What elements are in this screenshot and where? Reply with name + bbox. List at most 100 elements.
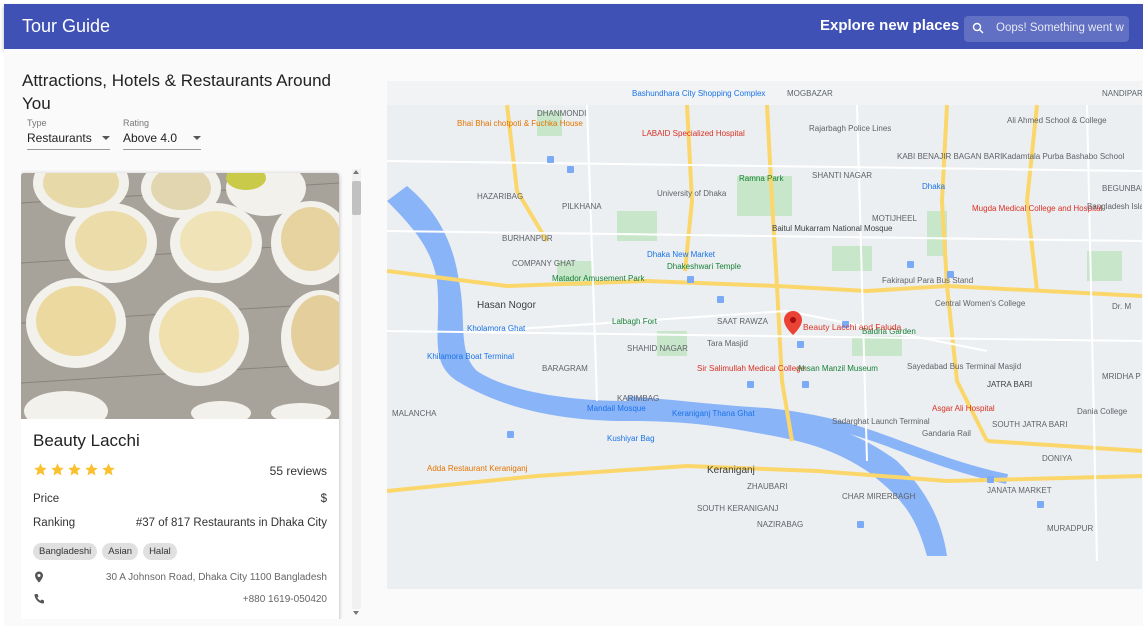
location-pin-icon [35, 571, 43, 583]
chevron-down-icon [101, 136, 110, 140]
map-label: Bashundhara City Shopping Complex [632, 89, 765, 98]
map-label: Dhakeshwari Temple [667, 262, 742, 271]
type-filter[interactable]: Type Restaurants [27, 118, 110, 150]
review-count[interactable]: 55 reviews [270, 464, 327, 478]
map-label: Gandaria Rail [922, 429, 971, 438]
map-view[interactable]: DHANMONDI MOGBAZAR Rajarbagh Police Line… [387, 81, 1142, 589]
map-label: Sadarghat Launch Terminal [832, 417, 930, 426]
main-content: Attractions, Hotels & Restaurants Around… [4, 49, 1143, 626]
star-icon [85, 463, 98, 476]
map-label: Sayedabad Bus Terminal Masjid [907, 362, 1021, 371]
map-label: Asgar Ali Hospital [932, 404, 995, 413]
rating-select[interactable]: Above 4.0 [123, 131, 202, 150]
map-label: Kholamora Ghat [467, 324, 526, 333]
map-label: DHANMONDI [537, 109, 586, 118]
map-label: MALANCHA [392, 409, 437, 418]
search-input[interactable]: Oops! Something went w [996, 22, 1124, 34]
cuisine-chips: Bangladeshi Asian Halal [33, 543, 177, 560]
place-list[interactable]: Beauty Lacchi 55 reviews Price $ Ranking… [21, 165, 367, 619]
map-label: Adda Restaurant Keraniganj [427, 464, 528, 473]
chevron-down-icon [193, 136, 202, 140]
map-label: Keraniganj Thana Ghat [672, 409, 755, 418]
map-label: PILKHANA [562, 202, 602, 211]
cuisine-chip[interactable]: Halal [143, 543, 177, 560]
price-value: $ [320, 493, 327, 505]
map-label: Bhai Bhai chotpoti & Fuchka House [457, 119, 583, 128]
map-label: Dr. M [1112, 302, 1131, 311]
map-label: LABAID Specialized Hospital [642, 129, 745, 138]
place-card[interactable]: Beauty Lacchi 55 reviews Price $ Ranking… [21, 173, 339, 619]
address-row: 30 A Johnson Road, Dhaka City 1100 Bangl… [33, 571, 327, 583]
ranking-row: Ranking #37 of 817 Restaurants in Dhaka … [33, 517, 327, 529]
search-box[interactable]: Oops! Something went w [964, 16, 1129, 42]
address-text: 30 A Johnson Road, Dhaka City 1100 Bangl… [105, 571, 327, 583]
map-label: KARIMBAG [617, 394, 659, 403]
list-scrollbar[interactable] [349, 165, 363, 619]
map-label: Dania College [1077, 407, 1128, 416]
rating-filter-label: Rating [123, 118, 150, 128]
map-label: NAZIRABAG [757, 520, 803, 529]
type-select-value: Restaurants [27, 131, 92, 145]
map-label: NANDIPARA [1102, 89, 1142, 98]
star-icon [102, 463, 115, 476]
star-icon [34, 463, 47, 476]
map-label: BEGUNBARI [1102, 184, 1142, 193]
price-label: Price [33, 493, 60, 505]
rating-filter[interactable]: Rating Above 4.0 [123, 118, 202, 150]
map-label: MOGBAZAR [787, 89, 833, 98]
map-label: Sir Salimullah Medical College [697, 364, 806, 373]
map-label: COMPANY GHAT [512, 259, 576, 268]
scroll-down-arrow[interactable] [353, 611, 359, 615]
type-select[interactable]: Restaurants [27, 131, 110, 150]
price-row: Price $ [33, 493, 327, 505]
place-name: Beauty Lacchi [33, 431, 140, 450]
page-heading: Attractions, Hotels & Restaurants Around… [22, 71, 331, 113]
map-label: MRIDHA P [1102, 372, 1141, 381]
star-icon [51, 463, 64, 476]
cuisine-chip[interactable]: Bangladeshi [33, 543, 98, 560]
map-canvas[interactable]: DHANMONDI MOGBAZAR Rajarbagh Police Line… [387, 81, 1142, 589]
map-label: SHAHID NAGAR [627, 344, 688, 353]
map-label: University of Dhaka [657, 189, 727, 198]
map-label: MURADPUR [1047, 524, 1093, 533]
search-icon [972, 22, 984, 34]
star-icon [68, 463, 81, 476]
map-label: SAAT RAWZA [717, 317, 769, 326]
map-label: Matador Amusement Park [552, 274, 645, 283]
map-label: SOUTH JATRA BARI [992, 420, 1067, 429]
map-label: JANATA MARKET [987, 486, 1052, 495]
map-label: Ahsan Manzil Museum [797, 364, 878, 373]
scroll-up-arrow[interactable] [353, 170, 359, 174]
map-label: Khilamora Boat Terminal [427, 352, 514, 361]
marker-label: Beauty Lacchi and Faluda [803, 322, 902, 332]
map-label: Lalbagh Fort [612, 317, 658, 326]
map-label: Bangladesh Islamic University [1087, 202, 1142, 211]
map-label: DONIYA [1042, 454, 1073, 463]
map-label: Tara Masjid [707, 339, 748, 348]
map-label: Rajarbagh Police Lines [809, 124, 891, 133]
map-label: CHAR MIRERBAGH [842, 492, 916, 501]
scrollbar-thumb[interactable] [352, 181, 361, 215]
map-label: Dhaka New Market [647, 250, 716, 259]
map-label: BURHANPUR [502, 234, 553, 243]
app-title: Tour Guide [22, 16, 111, 36]
phone-row: +880 1619-050420 [33, 593, 327, 605]
map-label: Keraniganj [707, 465, 755, 476]
app-bar: Tour Guide Explore new places Oops! Some… [4, 4, 1143, 49]
map-label: ZHAUBARI [747, 482, 787, 491]
map-label: JATRA BARI [987, 380, 1032, 389]
map-label: Fakirapul Para Bus Stand [882, 276, 973, 285]
map-label: HAZARIBAG [477, 192, 523, 201]
phone-text[interactable]: +880 1619-050420 [243, 594, 327, 605]
map-label: Mugda Medical College and Hospital [972, 204, 1103, 213]
place-photo [21, 173, 339, 419]
cuisine-chip[interactable]: Asian [102, 543, 139, 560]
map-label: Ramna Park [739, 174, 784, 183]
map-label: Kushiyar Bag [607, 434, 655, 443]
rating-select-value: Above 4.0 [123, 131, 178, 145]
map-label: Mandail Mosque [587, 404, 646, 413]
map-label: Ali Ahmed School & College [1007, 116, 1107, 125]
map-label: SHANTI NAGAR [812, 171, 872, 180]
map-label: MOTIJHEEL [872, 214, 917, 223]
ranking-label: Ranking [33, 517, 76, 529]
